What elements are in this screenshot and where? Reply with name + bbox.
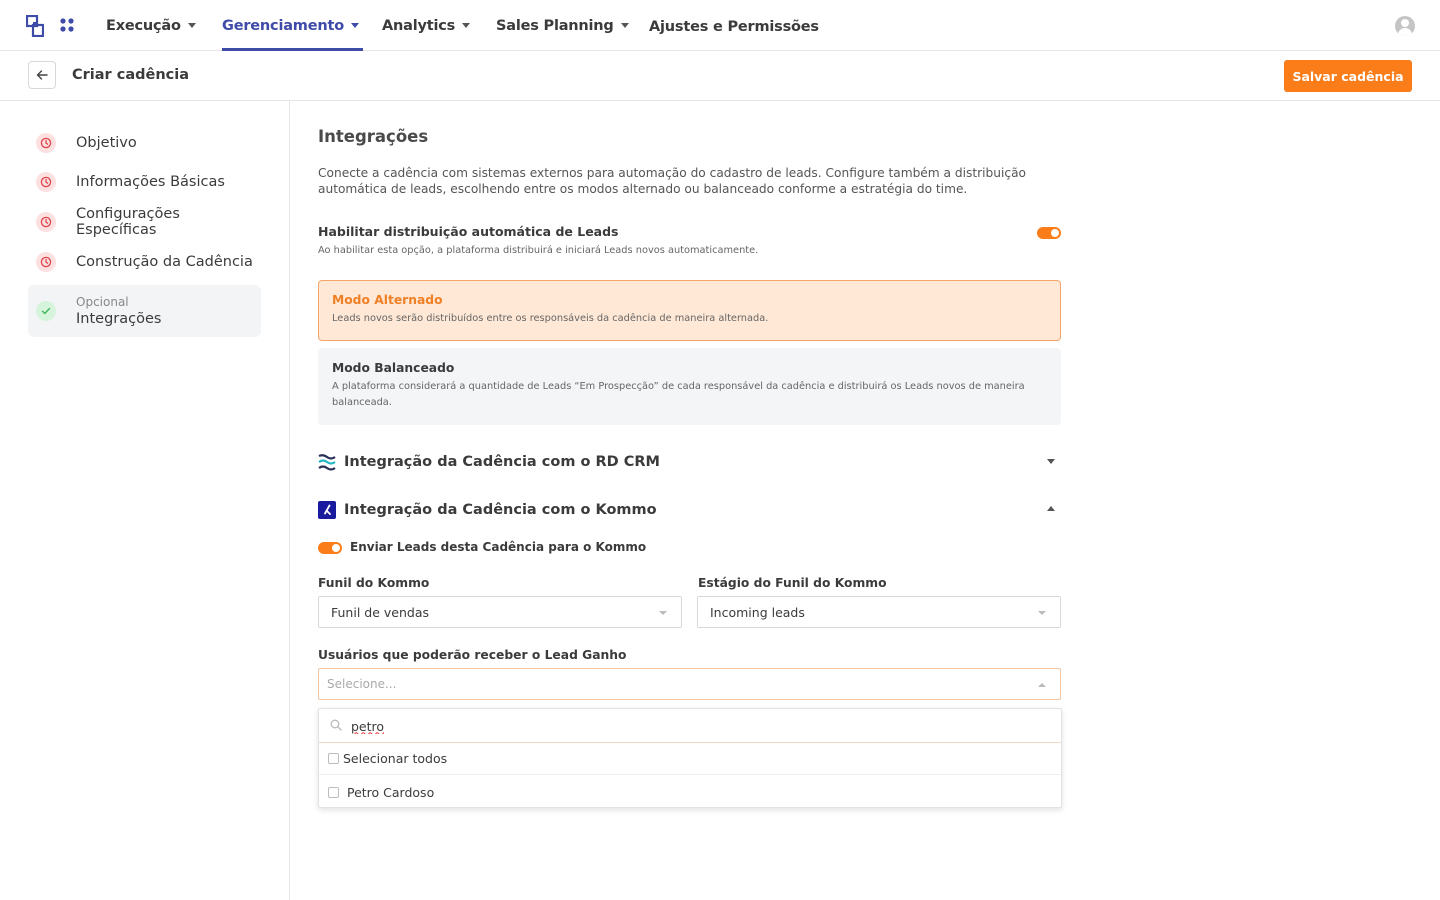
users-dropdown: Selecionar todos Petro Cardoso	[318, 708, 1062, 808]
user-avatar-icon[interactable]	[1395, 16, 1415, 36]
chevron-up-icon	[1047, 506, 1055, 511]
top-navbar: Execução Gerenciamento Analytics Sales P…	[0, 0, 1440, 51]
user-option-checkbox[interactable]	[328, 786, 339, 798]
arrow-left-icon	[36, 70, 48, 80]
step-label: Objetivo	[76, 135, 137, 151]
integration-title: Integração da Cadência com o RD CRM	[344, 454, 660, 470]
mode-description: Leads novos serão distribuídos entre os …	[332, 313, 769, 324]
users-label: Usuários que poderão receber o Lead Ganh…	[318, 648, 627, 662]
nav-sales-planning[interactable]: Sales Planning	[496, 0, 629, 51]
auto-distribution-toggle[interactable]	[1037, 227, 1061, 239]
check-icon	[36, 301, 56, 321]
chevron-down-icon	[350, 23, 359, 28]
nav-ajustes-permissoes[interactable]: Ajustes e Permissões	[649, 0, 819, 51]
funnel-select[interactable]: Funil de vendas	[318, 596, 682, 628]
page-title: Criar cadência	[72, 67, 190, 83]
chevron-down-icon	[1038, 611, 1046, 615]
user-option[interactable]: Petro Cardoso	[319, 776, 1061, 808]
integration-title: Integração da Cadência com o Kommo	[344, 502, 657, 518]
step-construcao-cadencia[interactable]: Construção da Cadência	[28, 252, 261, 272]
step-label: Construção da Cadência	[76, 254, 253, 270]
steps-sidebar: Objetivo Informações Básicas Configuraçõ…	[0, 101, 290, 900]
stage-select[interactable]: Incoming leads	[697, 596, 1061, 628]
nav-gerenciamento-label: Gerenciamento	[222, 17, 344, 34]
funnel-value: Funil de vendas	[331, 604, 429, 620]
users-search	[319, 709, 1061, 743]
select-all-label: Selecionar todos	[343, 751, 448, 766]
kommo-logo-icon	[318, 501, 336, 519]
chevron-down-icon	[187, 23, 196, 28]
clock-icon	[36, 172, 56, 192]
clock-icon	[36, 252, 56, 272]
chevron-down-icon	[620, 23, 629, 28]
auto-distribution-description: Ao habilitar esta opção, a plataforma di…	[318, 245, 759, 256]
mode-balanceado-card[interactable]: Modo Balanceado A plataforma considerará…	[318, 348, 1061, 425]
chevron-down-icon	[659, 611, 667, 615]
nav-analytics[interactable]: Analytics	[382, 0, 471, 51]
step-label: Integrações	[76, 311, 162, 327]
step-informacoes-basicas[interactable]: Informações Básicas	[28, 172, 261, 192]
apps-grid-icon[interactable]	[60, 18, 74, 32]
nav-gerenciamento[interactable]: Gerenciamento	[222, 0, 363, 51]
select-all-checkbox[interactable]	[328, 753, 339, 764]
page-header: Criar cadência Salvar cadência	[0, 51, 1440, 101]
nav-analytics-label: Analytics	[382, 17, 456, 34]
funnel-label: Funil do Kommo	[318, 576, 430, 590]
step-label: Configurações Específicas	[76, 206, 180, 238]
step-label: Informações Básicas	[76, 174, 225, 190]
back-button[interactable]	[28, 61, 56, 89]
stage-value: Incoming leads	[710, 604, 805, 620]
users-select[interactable]: Selecione...	[318, 668, 1061, 700]
chevron-down-icon	[462, 23, 471, 28]
users-search-input[interactable]	[351, 716, 1041, 736]
mode-title: Modo Balanceado	[332, 361, 455, 375]
step-sublabel: Opcional	[76, 295, 129, 309]
mode-alternado-card[interactable]: Modo Alternado Leads novos serão distrib…	[318, 280, 1061, 341]
rd-crm-logo-icon	[318, 454, 336, 471]
rd-crm-integration-header[interactable]: Integração da Cadência com o RD CRM	[318, 450, 1061, 474]
user-option-label: Petro Cardoso	[347, 784, 435, 800]
send-to-kommo-label: Enviar Leads desta Cadência para o Kommo	[350, 540, 647, 554]
send-to-kommo-toggle[interactable]	[318, 542, 342, 554]
nav-ajustes-permissoes-label: Ajustes e Permissões	[649, 18, 819, 35]
step-configuracoes-especificas[interactable]: Configurações Específicas	[28, 206, 261, 238]
chevron-down-icon	[1047, 459, 1055, 464]
users-placeholder: Selecione...	[327, 677, 397, 691]
nav-execucao[interactable]: Execução	[106, 0, 196, 51]
select-all-option[interactable]: Selecionar todos	[319, 743, 1061, 775]
app-logo-icon[interactable]	[26, 15, 44, 37]
clock-icon	[36, 212, 56, 232]
chevron-up-icon	[1038, 683, 1046, 687]
step-text: Opcional Integrações	[76, 295, 161, 327]
nav-sales-planning-label: Sales Planning	[496, 17, 614, 34]
clock-icon	[36, 133, 56, 153]
save-cadence-button[interactable]: Salvar cadência	[1284, 60, 1412, 92]
section-description: Conecte a cadência com sistemas externos…	[318, 166, 1027, 196]
search-icon	[330, 719, 342, 731]
section-title: Integrações	[318, 127, 429, 146]
auto-distribution-title: Habilitar distribuição automática de Lea…	[318, 224, 619, 239]
mode-title: Modo Alternado	[332, 293, 443, 307]
step-objetivo[interactable]: Objetivo	[28, 133, 261, 153]
step-integracoes[interactable]: Opcional Integrações	[28, 285, 261, 337]
nav-execucao-label: Execução	[106, 17, 181, 34]
kommo-integration-header[interactable]: Integração da Cadência com o Kommo	[318, 498, 1061, 522]
mode-description: A plataforma considerará a quantidade de…	[332, 381, 1025, 408]
stage-label: Estágio do Funil do Kommo	[698, 576, 887, 590]
